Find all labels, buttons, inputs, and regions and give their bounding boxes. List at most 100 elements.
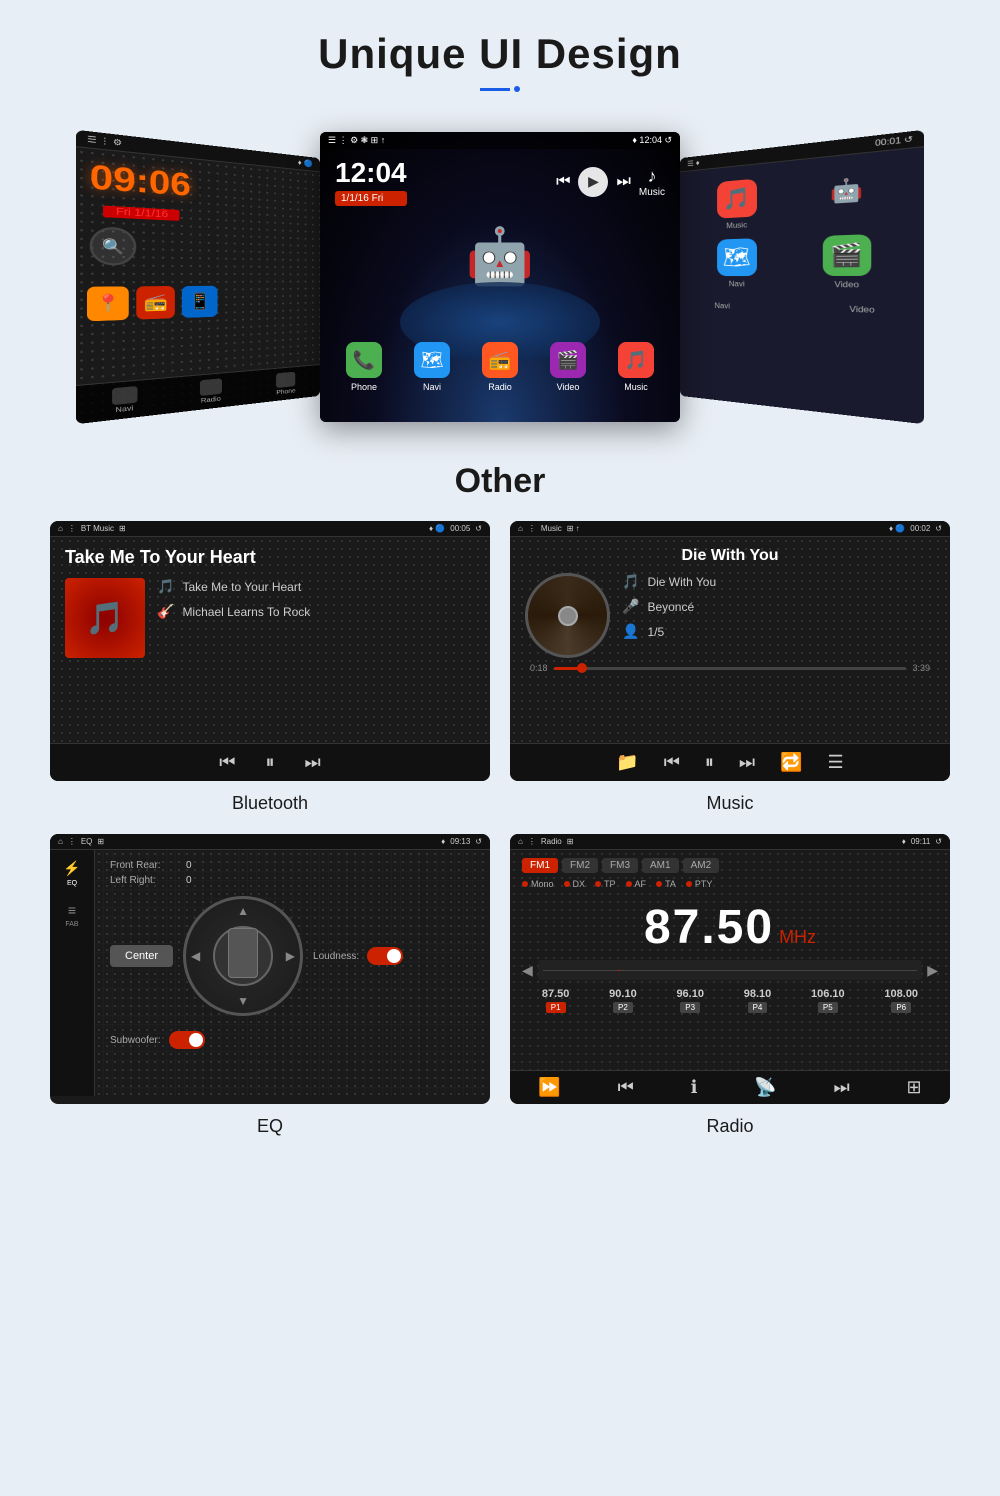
radio-band-fm2[interactable]: FM2 xyxy=(562,858,598,873)
music-folder-icon[interactable]: 📁 xyxy=(616,752,638,773)
preset-6-freq: 108.00 xyxy=(884,988,918,1000)
right-app-video[interactable]: 🎬 Video xyxy=(794,233,903,290)
eq-left-right: Left Right: 0 xyxy=(110,875,475,886)
music-menu-icon[interactable]: ☰ xyxy=(828,752,844,773)
preset-4-freq: 98.10 xyxy=(744,988,772,1000)
center-clock: 12:04 xyxy=(335,157,407,189)
tuner-right-arrow[interactable]: ▶ xyxy=(927,962,938,979)
left-nav-phone[interactable]: Phone xyxy=(276,372,295,397)
preset-3[interactable]: 96.10 P3 xyxy=(676,988,704,1013)
subwoofer-toggle[interactable]: Off xyxy=(169,1031,205,1049)
eq-dial[interactable]: ▲ ▼ ◀ ▶ xyxy=(183,896,303,1016)
loudness-knob xyxy=(387,949,401,963)
center-screen: ☰ ⋮ ⚙ ❃ ⊞ ↑ ♦ 12:04 ↺ 12:04 1/1/16 Fri ⏮… xyxy=(320,132,680,422)
left-nav-radio[interactable]: Radio xyxy=(200,378,222,405)
preset-2-freq: 90.10 xyxy=(609,988,637,1000)
header-section: Unique UI Design xyxy=(0,0,1000,112)
eq-status-right: ♦ 09:13 ↺ xyxy=(441,837,482,846)
bt-prev-button[interactable]: ⏮ xyxy=(219,752,235,773)
eq-content: ⚡ EQ ≡ FAB Front Rear: 0 xyxy=(50,850,490,1096)
radio-band-am2[interactable]: AM2 xyxy=(683,858,720,873)
radio-controls: ⏩ ⏮ ℹ 📡 ⏭ ⊞ xyxy=(510,1070,950,1104)
preset-2[interactable]: 90.10 P2 xyxy=(609,988,637,1013)
preset-1[interactable]: 87.50 P1 xyxy=(542,988,570,1013)
radio-content: FM1 FM2 FM3 AM1 AM2 Mono xyxy=(510,850,950,1096)
radio-band-am1[interactable]: AM1 xyxy=(642,858,679,873)
music-repeat-icon[interactable]: 🔁 xyxy=(780,752,802,773)
preset-5[interactable]: 106.10 P5 xyxy=(811,988,845,1013)
center-button[interactable]: Center xyxy=(110,945,173,967)
center-app-radio[interactable]: 📻 Radio xyxy=(482,342,518,392)
center-app-phone[interactable]: 📞 Phone xyxy=(346,342,382,392)
right-app-android[interactable]: 🤖 xyxy=(794,165,903,227)
bt-pause-button[interactable]: ⏸ xyxy=(266,752,275,773)
eq-sidebar-eq[interactable]: ⚡ EQ xyxy=(63,860,80,887)
music-next-button[interactable]: ⏭ xyxy=(739,752,755,773)
radio-band-fm3[interactable]: FM3 xyxy=(602,858,638,873)
tuner-bar[interactable] xyxy=(538,960,922,980)
arrow-right-icon[interactable]: ▶ xyxy=(286,949,295,963)
radio-band-fm1[interactable]: FM1 xyxy=(522,858,558,873)
radio-screen: ⌂ ⋮ Radio ⊞ ♦ 09:11 ↺ FM1 xyxy=(510,834,950,1104)
music-app-icon: 🎵 xyxy=(618,342,654,378)
radio-fast-fwd-icon[interactable]: ⏩ xyxy=(538,1077,560,1098)
left-date: Fri 1/1/16 xyxy=(103,205,180,220)
radio-time: 09:11 xyxy=(911,837,930,846)
left-right-val: 0 xyxy=(186,875,192,886)
prev-icon[interactable]: ⏮ xyxy=(556,173,570,191)
phone-app-icon: 📞 xyxy=(346,342,382,378)
music-prev-button[interactable]: ⏮ xyxy=(664,752,680,773)
tuner-left-arrow[interactable]: ◀ xyxy=(522,962,533,979)
subwoofer-row: Subwoofer: Off xyxy=(110,1031,475,1049)
bt-next-button[interactable]: ⏭ xyxy=(305,752,321,773)
tuner-scale xyxy=(538,960,922,980)
center-app-navi[interactable]: 🗺 Navi xyxy=(414,342,450,392)
app-icon-navi[interactable]: 📍 xyxy=(87,286,129,321)
radio-menu-icon[interactable]: ⊞ xyxy=(906,1077,921,1098)
preset-5-freq: 106.10 xyxy=(811,988,845,1000)
bt-music-label: BT Music xyxy=(81,524,114,533)
radio-opt-tp: TP xyxy=(595,879,616,889)
tp-label: TP xyxy=(604,879,616,889)
radio-prev-button[interactable]: ⏮ xyxy=(618,1077,634,1098)
left-nav-navi[interactable]: Navi xyxy=(112,386,137,415)
left-icons-row: 📍 📻 📱 xyxy=(76,270,320,327)
title-underline xyxy=(0,86,1000,92)
preset-4[interactable]: 98.10 P4 xyxy=(744,988,772,1013)
center-app-music[interactable]: 🎵 Music xyxy=(618,342,654,392)
play-button-center[interactable]: ▶ xyxy=(578,167,608,197)
app-icon-radio[interactable]: 📻 xyxy=(136,286,175,320)
arrow-left-icon[interactable]: ◀ xyxy=(191,949,200,963)
music-home-icon: ⌂ xyxy=(518,524,523,533)
music-song-name: Die With You xyxy=(647,575,716,589)
arrow-up-icon[interactable]: ▲ xyxy=(237,904,249,918)
music-screen-icon: ⊞ ↑ xyxy=(567,524,580,533)
eq-params: Front Rear: 0 Left Right: 0 xyxy=(110,860,475,886)
loudness-toggle[interactable]: Off xyxy=(367,947,403,965)
arrow-down-icon[interactable]: ▼ xyxy=(237,994,249,1008)
eq-sidebar-fab[interactable]: ≡ FAB xyxy=(65,902,78,928)
radio-status-right: ♦ 09:11 ↺ xyxy=(902,837,942,846)
center-status-left: ☰ ⋮ ⚙ ❃ ⊞ ↑ xyxy=(328,135,385,146)
left-search[interactable]: 🔍 xyxy=(90,226,137,265)
radio-signal-icon[interactable]: 📡 xyxy=(754,1077,776,1098)
music-pause-button[interactable]: ⏸ xyxy=(705,752,714,773)
music-status-right: ♦ 🔵 00:02 ↺ xyxy=(889,524,942,533)
radio-info-icon[interactable]: ℹ xyxy=(691,1077,698,1098)
right-app-music[interactable]: 🎵 Music xyxy=(694,176,784,231)
next-icon[interactable]: ⏭ xyxy=(616,173,630,191)
music-location-icon: ♦ 🔵 xyxy=(889,524,905,533)
center-app-video[interactable]: 🎬 Video xyxy=(550,342,586,392)
radio-presets: 87.50 P1 90.10 P2 96.10 P3 98.10 xyxy=(522,988,938,1013)
eq-time: 09:13 xyxy=(450,837,470,846)
preset-6[interactable]: 108.00 P6 xyxy=(884,988,918,1013)
eq-sidebar-eq-label: EQ xyxy=(67,880,77,887)
right-app-navi[interactable]: 🗺 Navi xyxy=(694,237,784,288)
left-screen: ☰ ⋮ ⚙ ♦ 🔵 09:06 Fri 1/1/16 🔍 📍 📻 📱 Navi xyxy=(76,130,320,424)
progress-bar[interactable] xyxy=(554,667,907,670)
radio-next-button[interactable]: ⏭ xyxy=(833,1077,849,1098)
radio-label: Radio xyxy=(510,1116,950,1137)
music-screen-container: ⌂ ⋮ Music ⊞ ↑ ♦ 🔵 00:02 ↺ Die With You xyxy=(510,521,950,834)
radio-status-bar: ⌂ ⋮ Radio ⊞ ♦ 09:11 ↺ xyxy=(510,834,950,850)
app-icon-phone[interactable]: 📱 xyxy=(182,286,218,318)
